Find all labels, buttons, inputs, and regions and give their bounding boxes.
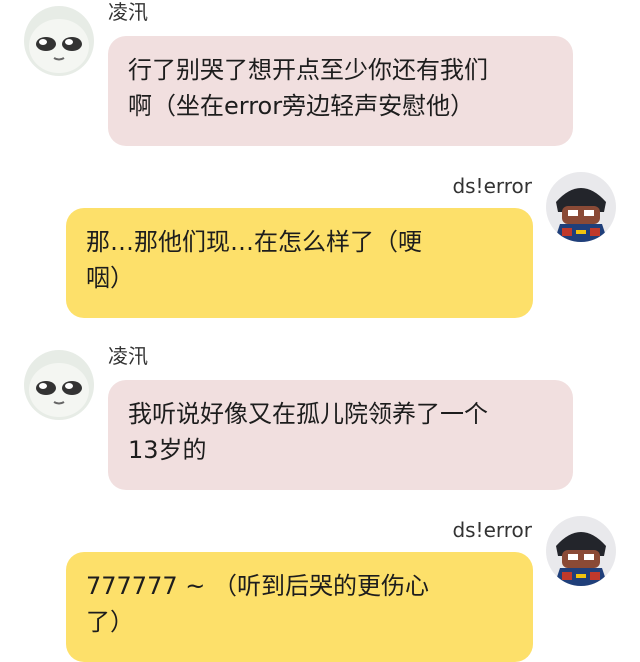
- message-bubble[interactable]: 行了别哭了想开点至少你还有我们 啊（坐在error旁边轻声安慰他）: [108, 36, 573, 146]
- cartoon-character-avatar-icon: [546, 172, 616, 242]
- cartoon-character-avatar-icon: [546, 516, 616, 586]
- meme-face-icon: [24, 350, 94, 420]
- sender-name: 凌汛: [108, 344, 148, 368]
- avatar[interactable]: [546, 516, 616, 586]
- avatar[interactable]: [24, 6, 94, 76]
- message-bubble[interactable]: 我听说好像又在孤儿院领养了一个 13岁的: [108, 380, 573, 490]
- sender-name: 凌汛: [108, 0, 148, 24]
- avatar[interactable]: [546, 172, 616, 242]
- meme-face-icon: [24, 6, 94, 76]
- sender-name: ds!error: [452, 518, 532, 542]
- message-bubble[interactable]: 那…那他们现…在怎么样了（哽 咽）: [66, 208, 533, 318]
- message-bubble[interactable]: 777777 ~ （听到后哭的更伤心 了）: [66, 552, 533, 662]
- sender-name: ds!error: [452, 174, 532, 198]
- avatar[interactable]: [24, 350, 94, 420]
